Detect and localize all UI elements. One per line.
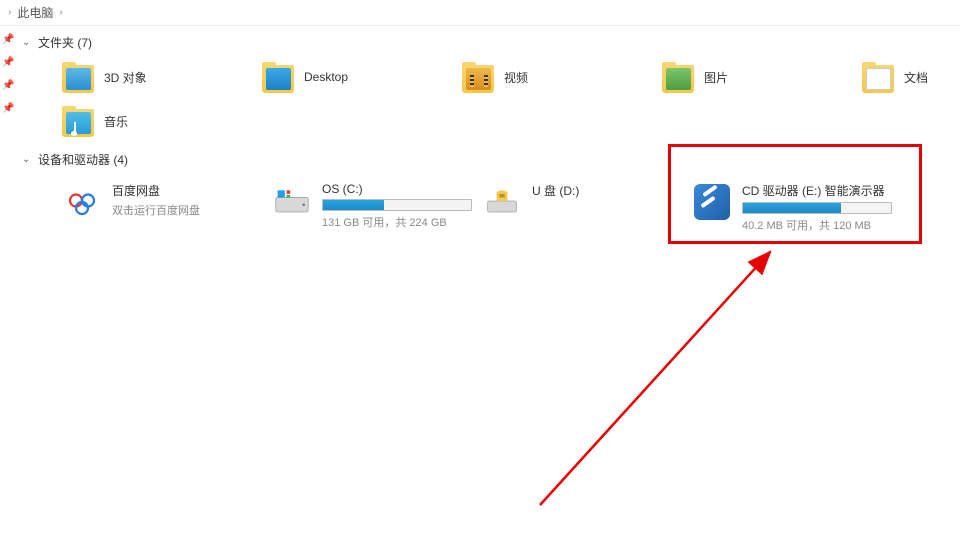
devices-grid: 百度网盘 双击运行百度网盘 OS (C:) 131 GB 可用，共 2	[16, 174, 960, 237]
chevron-right-icon: ›	[8, 7, 11, 18]
folder-icon	[62, 105, 94, 137]
pin-icon[interactable]: 📌	[0, 97, 14, 120]
device-name: OS (C:)	[322, 182, 472, 196]
folder-pictures[interactable]: 图片	[658, 57, 848, 97]
device-baidu-netdisk[interactable]: 百度网盘 双击运行百度网盘	[58, 178, 268, 237]
device-subtitle: 双击运行百度网盘	[112, 202, 254, 218]
chevron-right-icon: ›	[59, 7, 62, 18]
storage-fill	[743, 203, 841, 213]
folder-videos[interactable]: 视频	[458, 57, 648, 97]
usb-drive-icon	[482, 182, 522, 222]
section-title: 设备和驱动器 (4)	[38, 151, 128, 168]
section-title: 文件夹 (7)	[38, 34, 92, 51]
pin-icon[interactable]: 📌	[0, 28, 14, 51]
device-os-c[interactable]: OS (C:) 131 GB 可用，共 224 GB	[268, 178, 478, 237]
device-usb-d[interactable]: U 盘 (D:)	[478, 178, 688, 237]
section-header-devices[interactable]: ⌄ 设备和驱动器 (4)	[16, 141, 960, 174]
pin-icon[interactable]: 📌	[0, 74, 14, 97]
chevron-down-icon: ⌄	[22, 154, 34, 165]
hard-drive-icon	[272, 182, 312, 222]
folder-desktop[interactable]: Desktop	[258, 57, 448, 97]
folder-icon	[262, 61, 294, 93]
folder-label: 音乐	[104, 113, 128, 130]
chevron-down-icon: ⌄	[22, 37, 34, 48]
folder-icon	[462, 61, 494, 93]
folder-icon	[62, 61, 94, 93]
breadcrumb-location: 此电脑	[17, 4, 53, 21]
storage-text: 131 GB 可用，共 224 GB	[322, 214, 472, 230]
storage-fill	[323, 200, 384, 210]
folder-documents[interactable]: 文档	[858, 57, 960, 97]
device-cd-e[interactable]: CD 驱动器 (E:) 智能演示器 40.2 MB 可用，共 120 MB	[688, 178, 898, 237]
device-name: 百度网盘	[112, 182, 254, 199]
folders-grid: 3D 对象 Desktop 视频 图片	[16, 57, 960, 141]
folder-label: 3D 对象	[104, 69, 147, 86]
folder-music[interactable]: 音乐	[58, 101, 248, 141]
folder-icon	[662, 61, 694, 93]
baidu-icon	[62, 182, 102, 222]
device-name: U 盘 (D:)	[532, 182, 674, 199]
device-name: CD 驱动器 (E:) 智能演示器	[742, 182, 892, 199]
storage-text: 40.2 MB 可用，共 120 MB	[742, 217, 892, 233]
breadcrumb[interactable]: › 此电脑 ›	[0, 0, 960, 26]
folder-label: 文档	[904, 69, 928, 86]
folder-label: 图片	[704, 69, 728, 86]
folder-label: 视频	[504, 69, 528, 86]
storage-bar	[742, 202, 892, 214]
folder-icon	[862, 61, 894, 93]
cd-drive-icon	[692, 182, 732, 222]
pin-icon[interactable]: 📌	[0, 51, 14, 74]
section-header-folders[interactable]: ⌄ 文件夹 (7)	[16, 24, 960, 57]
storage-bar	[322, 199, 472, 211]
folder-3d-objects[interactable]: 3D 对象	[58, 57, 248, 97]
quick-access-pins: 📌 📌 📌 📌	[0, 28, 14, 120]
folder-label: Desktop	[304, 70, 348, 84]
